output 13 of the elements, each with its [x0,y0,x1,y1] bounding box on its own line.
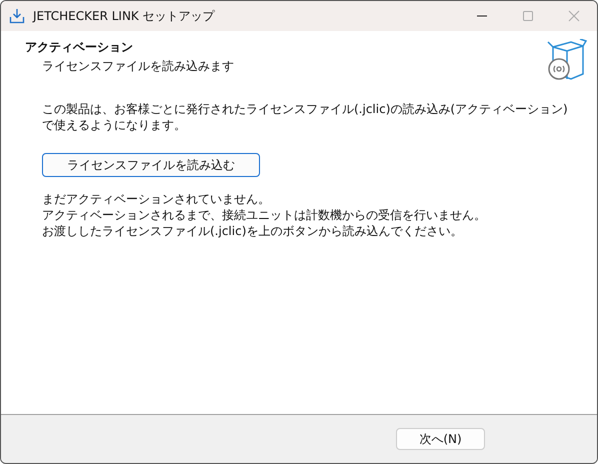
page-title: アクティベーション [25,39,134,56]
status-text: お渡ししたライセンスファイル(.jclic)を上のボタンから読み込んでください。 [42,223,464,239]
description-text: この製品は、お客様ごとに発行されたライセンスファイル(.jclic)の読み込み(アクティベーション)で使えるようになります。 [42,101,569,133]
status-text: アクティベーションされるまで、接続ユニットは計数機からの受信を行いません。 [42,207,487,223]
maximize-icon[interactable] [522,10,534,22]
window-title: JETCHECKER LINK セットアップ [33,8,215,24]
software-box-icon [545,39,587,81]
page-subtitle: ライセンスファイルを読み込みます [41,58,234,75]
download-icon [9,8,25,24]
close-icon[interactable] [568,10,580,22]
load-license-button[interactable]: ライセンスファイルを読み込む [42,153,260,177]
status-text: まだアクティベーションされていません。 [42,191,271,207]
next-button[interactable]: 次へ(N) [396,428,485,450]
